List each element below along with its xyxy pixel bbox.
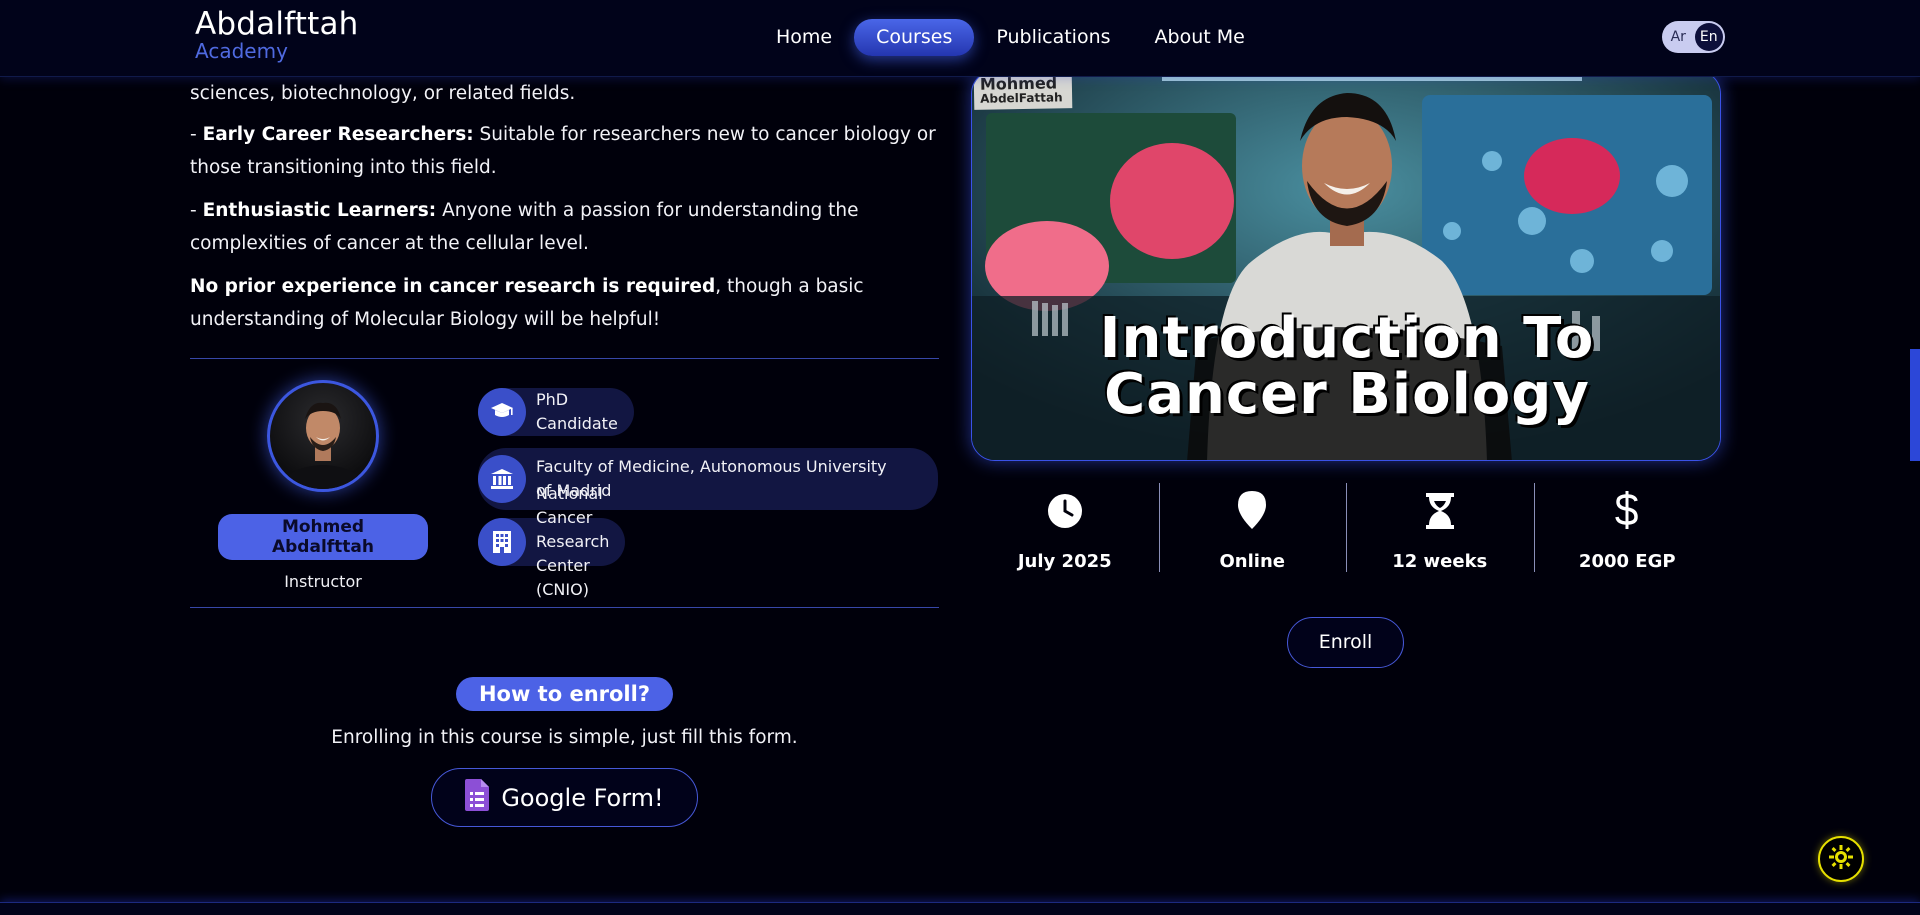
stat-price: 2000 EGP <box>1533 483 1722 573</box>
theme-toggle-button[interactable] <box>1818 836 1864 882</box>
site-logo[interactable]: Abdalfttah Academy <box>195 7 359 61</box>
lang-en-option[interactable]: En <box>1694 23 1723 51</box>
instructor-name: Mohmed Abdalfttah <box>218 514 428 560</box>
bullet-dash: - <box>190 124 203 145</box>
how-to-enroll-section: How to enroll? Enrolling in this course … <box>190 677 939 827</box>
enthusiastic-title: Enthusiastic Learners: <box>202 200 437 221</box>
lang-ar-option[interactable]: Ar <box>1664 23 1693 51</box>
banner-title-line-2: Cancer Biology <box>1104 362 1590 427</box>
university-icon <box>478 455 526 503</box>
nav-about-me[interactable]: About Me <box>1133 19 1267 56</box>
stat-price-value: 2000 EGP <box>1578 551 1676 572</box>
footer-edge <box>0 902 1920 915</box>
how-to-enroll-text: Enrolling in this course is simple, just… <box>331 727 798 748</box>
banner-signature: Mohmed AbdelFattah <box>973 72 1073 110</box>
credential-text: National Cancer Research Center (CNIO) <box>536 484 610 599</box>
instructor-card: Mohmed Abdalfttah Instructor <box>218 380 428 591</box>
bullet-dash: - <box>190 200 203 221</box>
graduation-cap-icon <box>478 388 526 436</box>
stat-date-value: July 2025 <box>1017 551 1112 572</box>
enroll-button[interactable]: Enroll <box>1287 617 1404 668</box>
logo-subtitle: Academy <box>195 39 288 63</box>
logo-title: Abdalfttah <box>195 6 359 42</box>
requirement-bold: No prior experience in cancer research i… <box>190 276 716 297</box>
stat-duration-value: 12 weeks <box>1392 551 1488 572</box>
dollar-icon <box>1534 487 1722 529</box>
nav-courses[interactable]: Courses <box>854 19 975 56</box>
clock-icon <box>971 487 1159 529</box>
audience-intro-line: sciences, biotechnology, or related fiel… <box>190 83 576 104</box>
nav-publications[interactable]: Publications <box>974 19 1132 56</box>
nav-home[interactable]: Home <box>754 19 854 56</box>
banner-title-line-1: Introduction To <box>1099 306 1595 371</box>
stat-location-value: Online <box>1219 551 1285 572</box>
credential-phd: PhD Candidate <box>478 388 634 436</box>
stat-location: Online <box>1158 483 1347 573</box>
section-divider <box>190 358 939 359</box>
main-nav: Home Courses Publications About Me <box>754 19 1267 56</box>
audience-enthusiastic: - Enthusiastic Learners: Anyone with a p… <box>190 194 938 260</box>
building-icon <box>478 518 526 566</box>
section-divider <box>190 607 939 608</box>
language-toggle[interactable]: Ar En <box>1662 21 1725 53</box>
stat-date: July 2025 <box>971 483 1159 573</box>
google-form-button[interactable]: Google Form! <box>431 768 698 827</box>
requirement-note: No prior experience in cancer research i… <box>190 270 938 336</box>
form-document-icon <box>465 778 490 817</box>
credential-cnio: National Cancer Research Center (CNIO) <box>478 484 626 599</box>
how-to-enroll-heading: How to enroll? <box>455 677 674 711</box>
instructor-role: Instructor <box>284 572 362 591</box>
scrollbar-thumb[interactable] <box>1910 349 1920 461</box>
course-stats: July 2025 Online 12 weeks 2000 EGP <box>971 483 1721 573</box>
credential-text: PhD Candidate <box>536 390 618 433</box>
google-form-label: Google Form! <box>501 783 664 812</box>
audience-early-career: - Early Career Researchers: Suitable for… <box>190 118 938 184</box>
banner-signature-surname: AbdelFattah <box>980 90 1063 106</box>
course-banner-image: Mohmed AbdelFattah Introduction To Cance… <box>971 70 1721 461</box>
hourglass-icon <box>1346 487 1534 529</box>
avatar <box>267 380 379 492</box>
banner-course-title: Introduction To Cancer Biology <box>972 306 1720 427</box>
location-pin-icon <box>1159 487 1347 529</box>
early-career-title: Early Career Researchers: <box>202 124 474 145</box>
top-navbar: Abdalfttah Academy Home Courses Publicat… <box>0 0 1920 77</box>
stat-duration: 12 weeks <box>1346 483 1534 573</box>
sun-gear-icon <box>1829 845 1853 873</box>
